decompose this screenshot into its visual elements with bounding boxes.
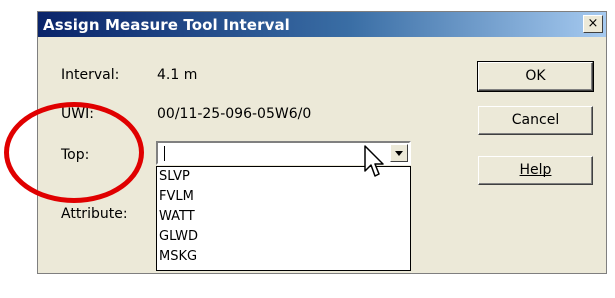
dropdown-button[interactable] (390, 144, 408, 162)
interval-label: Interval: (61, 67, 120, 83)
list-item[interactable]: FVLM (159, 189, 194, 204)
help-button[interactable]: Help (478, 156, 593, 185)
title-bar: Assign Measure Tool Interval × (38, 12, 606, 37)
cancel-button-label: Cancel (511, 112, 560, 128)
top-dropdown-list[interactable]: SLVP FVLM WATT GLWD MSKG (156, 166, 411, 271)
close-icon: × (587, 16, 599, 31)
red-annotation-circle (4, 102, 144, 203)
attribute-label: Attribute: (61, 206, 128, 222)
ok-button[interactable]: OK (477, 61, 594, 92)
list-item[interactable]: GLWD (159, 229, 198, 244)
close-button[interactable]: × (583, 15, 603, 33)
uwi-value: 00/11-25-096-05W6/0 (157, 106, 312, 122)
dialog-title: Assign Measure Tool Interval (43, 16, 290, 34)
cancel-button[interactable]: Cancel (478, 106, 593, 135)
list-item[interactable]: WATT (159, 209, 195, 224)
list-item[interactable]: SLVP (159, 169, 190, 184)
list-item[interactable]: MSKG (159, 249, 197, 264)
help-button-label: Help (519, 162, 552, 178)
mouse-pointer-icon (364, 145, 384, 177)
ok-button-label: OK (525, 68, 546, 84)
text-caret (164, 146, 165, 161)
interval-value: 4.1 m (157, 67, 198, 83)
chevron-down-icon (395, 151, 403, 156)
